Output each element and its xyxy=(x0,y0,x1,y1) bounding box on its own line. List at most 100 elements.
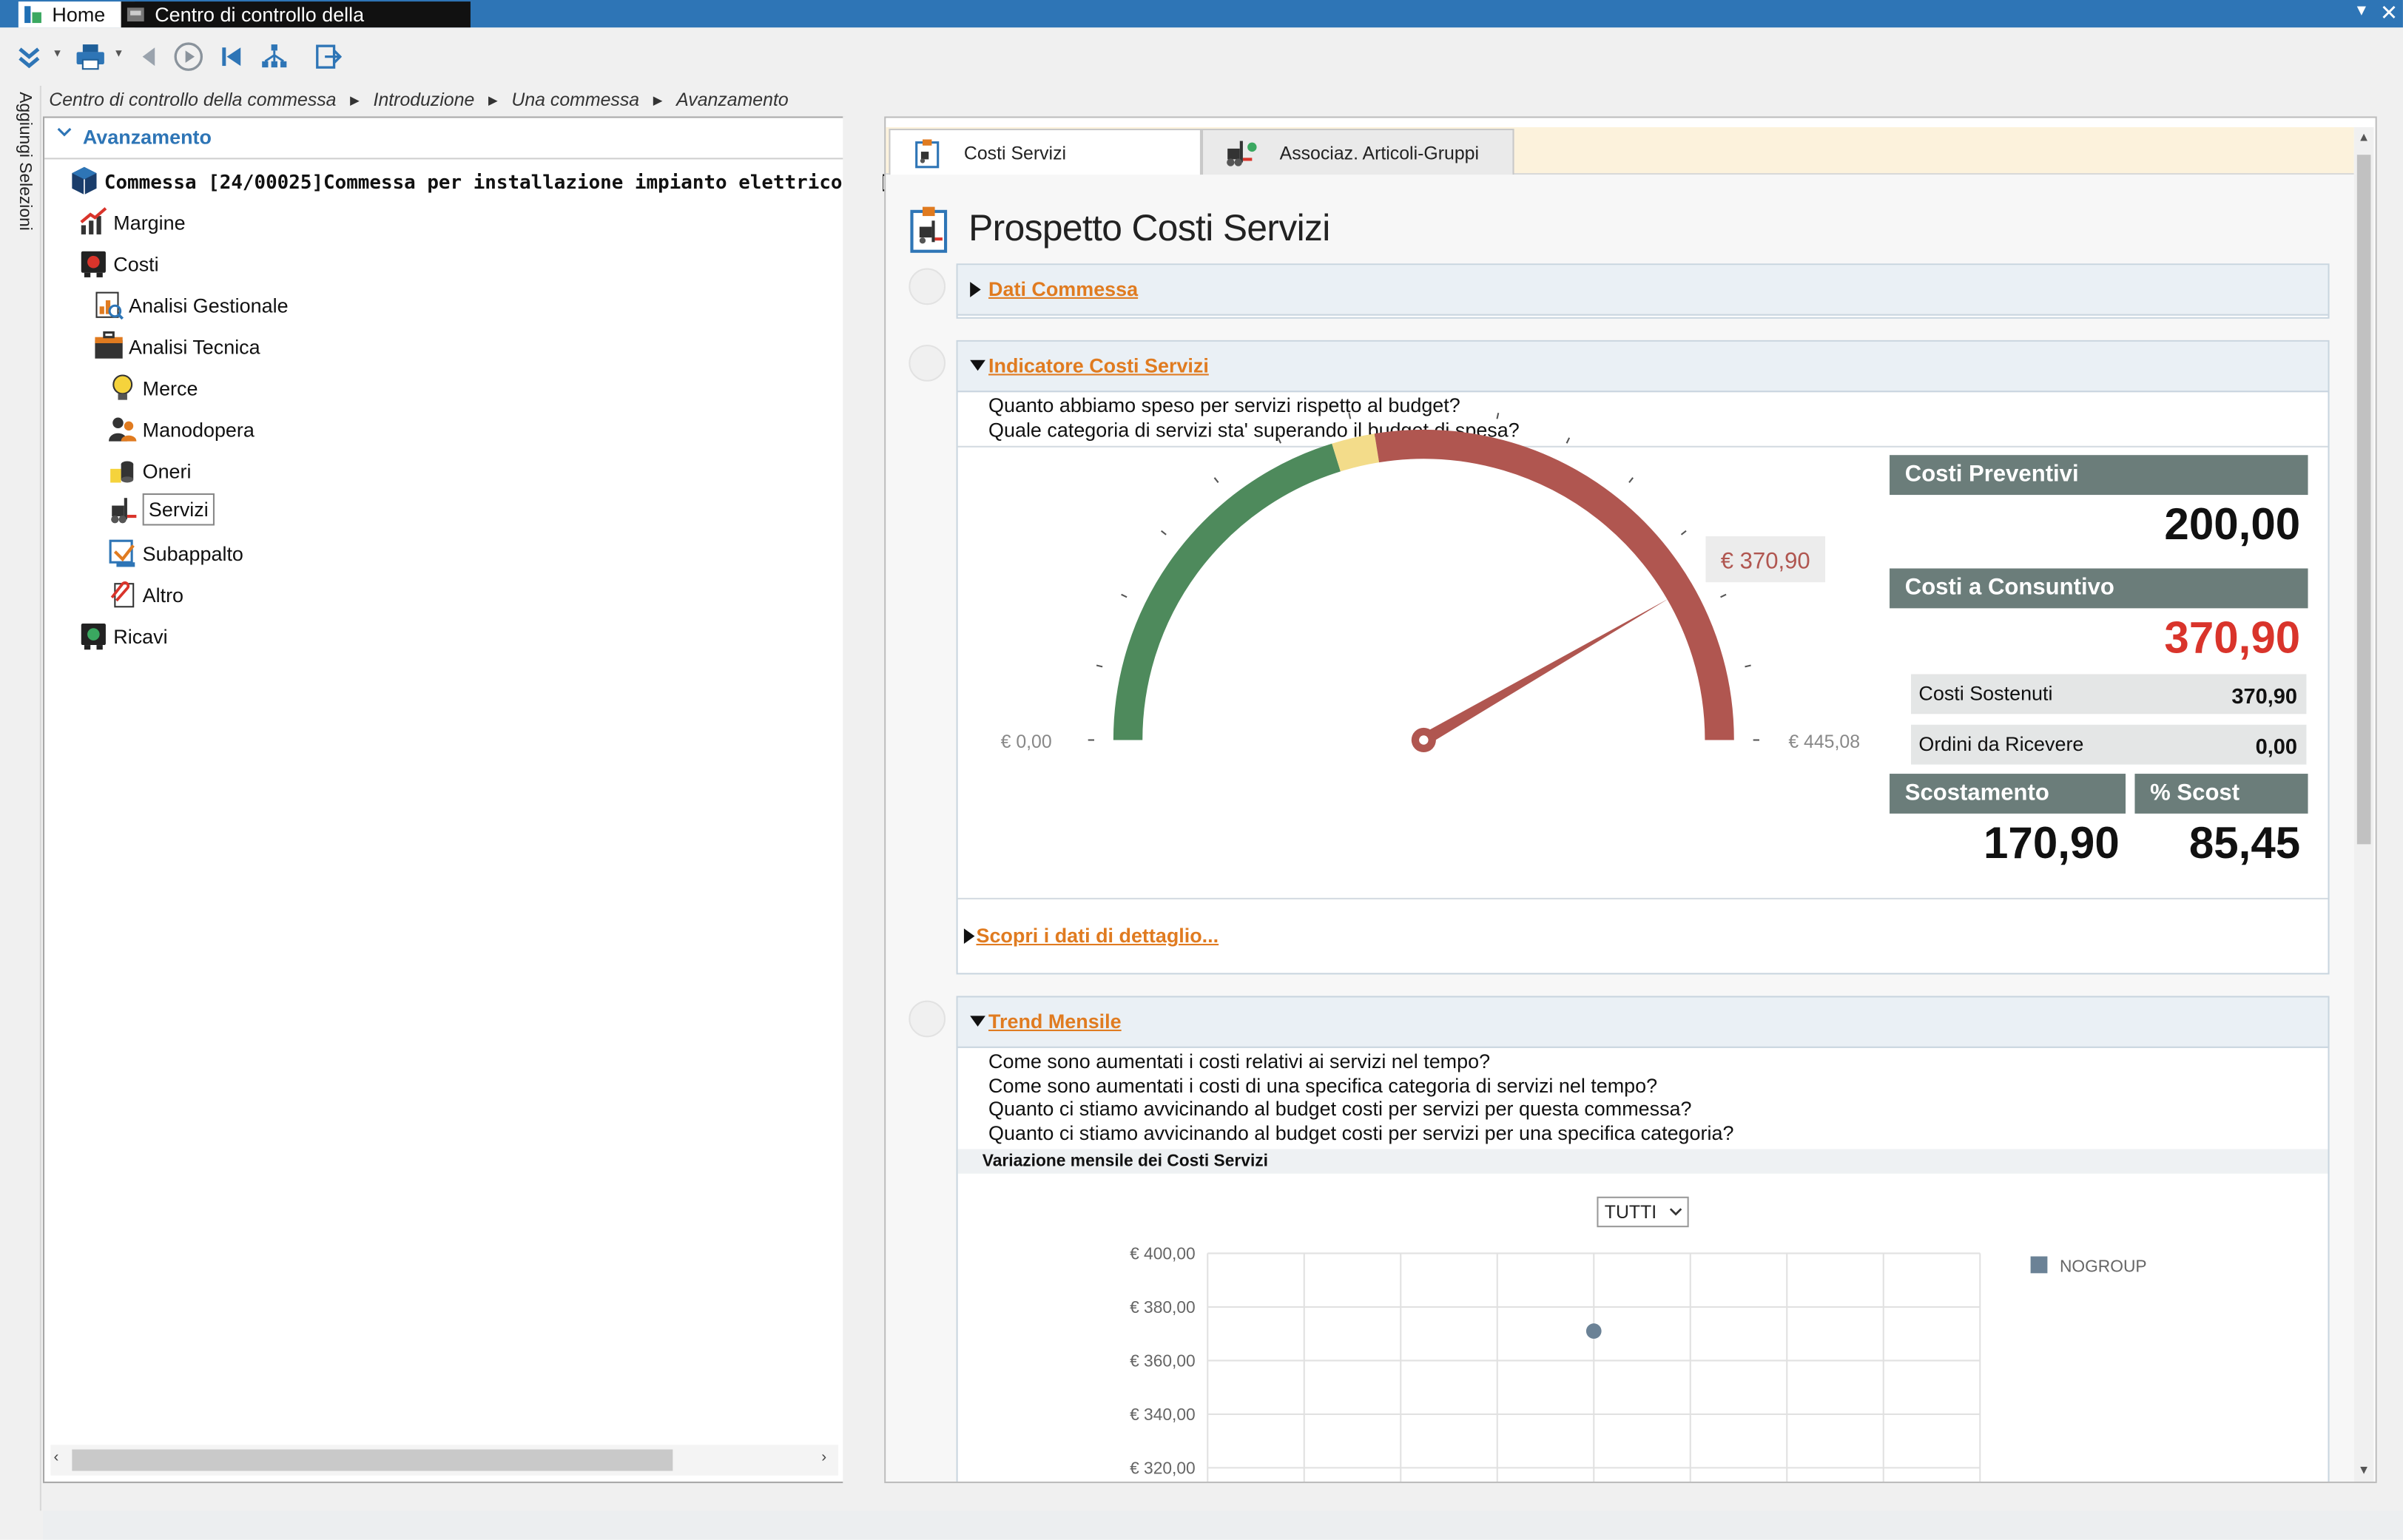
tab-costi-servizi[interactable]: Costi Servizi xyxy=(889,128,1202,177)
tree-item-label: Analisi Tecnica xyxy=(128,334,260,358)
aggiungi-selezioni-tab[interactable]: Aggiungi Selezioni xyxy=(16,92,34,230)
section-title-link[interactable]: Indicatore Costi Servizi xyxy=(988,354,1209,376)
panel-splitter[interactable] xyxy=(843,116,883,1511)
scroll-up-icon[interactable]: ▲ xyxy=(2357,130,2371,144)
tree-item-label: Costi xyxy=(113,251,159,275)
scopri-dettaglio-link[interactable]: Scopri i dati di dettaglio... xyxy=(976,924,1219,947)
section-header[interactable]: Indicatore Costi Servizi xyxy=(957,341,2328,393)
gauge-tick xyxy=(1745,664,1751,668)
subcontract-icon xyxy=(109,539,135,567)
scrollbar-thumb[interactable] xyxy=(72,1449,673,1471)
category-filter-value: TUTTI xyxy=(1604,1200,1657,1223)
cost-register-icon xyxy=(81,251,106,277)
horizontal-scrollbar[interactable]: ‹ › xyxy=(50,1445,839,1476)
gauge-tick xyxy=(1496,412,1500,419)
expand-dropdown-icon[interactable]: ▼ xyxy=(52,49,62,59)
tree-item-label: Manodopera xyxy=(142,417,255,441)
scroll-down-icon[interactable]: ▼ xyxy=(2357,1463,2371,1477)
y-tick-label: € 340,00 xyxy=(1130,1405,1196,1424)
breadcrumb-item[interactable]: Avanzamento xyxy=(676,89,789,110)
page-title: Prospetto Costi Servizi xyxy=(968,208,1330,250)
window-menu-chevron-icon[interactable]: ▼ xyxy=(2354,3,2370,20)
play-icon[interactable] xyxy=(172,40,206,74)
gauge-needle xyxy=(1420,598,1670,746)
scrollbar-thumb[interactable] xyxy=(2356,155,2371,845)
breadcrumb-item[interactable]: Centro di controllo della commessa xyxy=(49,89,336,110)
tree-item-label: Ricavi xyxy=(113,624,168,648)
breadcrumb-item[interactable]: Introduzione xyxy=(374,89,475,110)
tree-item-merce[interactable]: Merce xyxy=(107,372,198,402)
expand-chevrons-icon[interactable] xyxy=(13,40,47,74)
window-tab-centro-controllo[interactable]: Centro di controllo della commessa xyxy=(121,1,471,52)
gauge-tick xyxy=(1277,437,1282,444)
vertical-scrollbar[interactable]: ▲ ▼ xyxy=(2353,126,2374,1482)
scroll-right-icon[interactable]: › xyxy=(821,1450,826,1467)
collapse-arrow-icon[interactable] xyxy=(970,359,985,371)
tree-item-costi[interactable]: Costi xyxy=(78,249,159,279)
section-title-link[interactable]: Dati Commessa xyxy=(988,277,1138,300)
application-window: Home Centro di controllo della commessa … xyxy=(0,0,2403,1540)
divider xyxy=(957,897,2328,899)
gauge-max-label: € 445,08 xyxy=(1788,732,1860,752)
category-filter-select[interactable]: TUTTI xyxy=(1597,1196,1689,1228)
analysis-chart-icon xyxy=(95,291,124,320)
kpi-scost-pct-header: % Scost xyxy=(2134,774,2308,814)
tree-item-label: Subappalto xyxy=(142,541,243,565)
tree-item-label: Commessa [24/00025]Commessa per installa… xyxy=(104,169,900,192)
gauge-hub-center xyxy=(1419,735,1429,745)
section-header[interactable]: Trend Mensile xyxy=(957,997,2328,1048)
tree-item-oneri[interactable]: Oneri xyxy=(107,455,192,485)
kpi-costi-consuntivo-header: Costi a Consuntivo xyxy=(1890,568,2308,609)
expand-arrow-icon[interactable] xyxy=(970,282,981,297)
tree-item-ricavi[interactable]: Ricavi xyxy=(78,621,168,651)
tree-item-analisi-gestionale[interactable]: Analisi Gestionale xyxy=(93,289,289,320)
detail-panel: Costi Servizi Associaz. Articoli-Gruppi … xyxy=(884,116,2377,1484)
breadcrumb: Centro di controllo della commessa ▶ Intro… xyxy=(49,89,788,113)
gauge-tick xyxy=(1720,593,1727,598)
collapse-arrow-icon[interactable] xyxy=(970,1016,985,1027)
kpi-scostamento-value: 170,90 xyxy=(1984,820,2120,869)
question-text: Quanto ci stiamo avvicinando al budget c… xyxy=(988,1121,1734,1145)
kpi-scostamento-header: Scostamento xyxy=(1890,774,2126,814)
back-icon[interactable] xyxy=(132,40,166,74)
tab-associaz-articoli-gruppi[interactable]: Associaz. Articoli-Gruppi xyxy=(1201,128,1514,175)
section-dati-commessa: Dati Commessa xyxy=(909,263,2330,319)
revenue-register-icon xyxy=(81,624,106,650)
report-title-icon xyxy=(910,206,948,253)
workers-icon xyxy=(109,417,137,442)
tree-item-label: Altro xyxy=(142,583,184,607)
y-tick-label: € 320,00 xyxy=(1130,1459,1196,1478)
section-bullet-icon xyxy=(909,345,946,382)
hierarchy-icon[interactable] xyxy=(257,40,291,74)
breadcrumb-item[interactable]: Una commessa xyxy=(511,89,639,110)
trend-grid xyxy=(1207,1252,1981,1482)
window-tab-home[interactable]: Home xyxy=(18,1,135,28)
gauge-band-yellow xyxy=(1332,433,1380,472)
tree-item-analisi-tecnica[interactable]: Analisi Tecnica xyxy=(93,331,260,361)
skip-start-icon[interactable] xyxy=(215,40,249,74)
tree-panel: Avanzamento Commessa [24/00025]Commessa … xyxy=(42,116,900,1484)
print-dropdown-icon[interactable]: ▼ xyxy=(113,49,124,59)
tree-item-servizi[interactable]: Servizi xyxy=(107,493,215,526)
kpi-ordini-label: Ordini da Ricevere xyxy=(1918,732,2084,756)
collapse-chevron-icon[interactable] xyxy=(57,127,73,140)
document-clip-icon xyxy=(110,581,135,608)
tree-item-altro[interactable]: Altro xyxy=(107,579,183,609)
detail-tab-bar: Costi Servizi Associaz. Articoli-Gruppi xyxy=(886,126,2354,177)
gauge-band-green xyxy=(1113,443,1341,740)
expand-arrow-icon[interactable] xyxy=(963,928,975,944)
tree-item-commessa[interactable]: Commessa [24/00025]Commessa per installa… xyxy=(69,166,900,196)
close-window-icon[interactable]: ✕ xyxy=(2380,0,2398,26)
section-title-link[interactable]: Trend Mensile xyxy=(988,1010,1122,1033)
status-bar xyxy=(42,1510,2403,1540)
exit-icon[interactable] xyxy=(311,40,345,74)
scroll-left-icon[interactable]: ‹ xyxy=(53,1450,58,1467)
print-icon[interactable] xyxy=(73,40,107,74)
tree-item-margine[interactable]: Margine xyxy=(78,207,186,237)
tree-item-label: Merce xyxy=(142,376,198,399)
trend-chart: € 400,00 € 380,00 € 360,00 € 340,00 € 320,00… xyxy=(1130,1244,2147,1482)
section-header[interactable]: Dati Commessa xyxy=(957,265,2328,316)
tree-item-subappalto[interactable]: Subappalto xyxy=(107,538,243,568)
tree-item-manodopera[interactable]: Manodopera xyxy=(107,413,255,444)
breadcrumb-separator-icon: ▶ xyxy=(350,93,360,107)
